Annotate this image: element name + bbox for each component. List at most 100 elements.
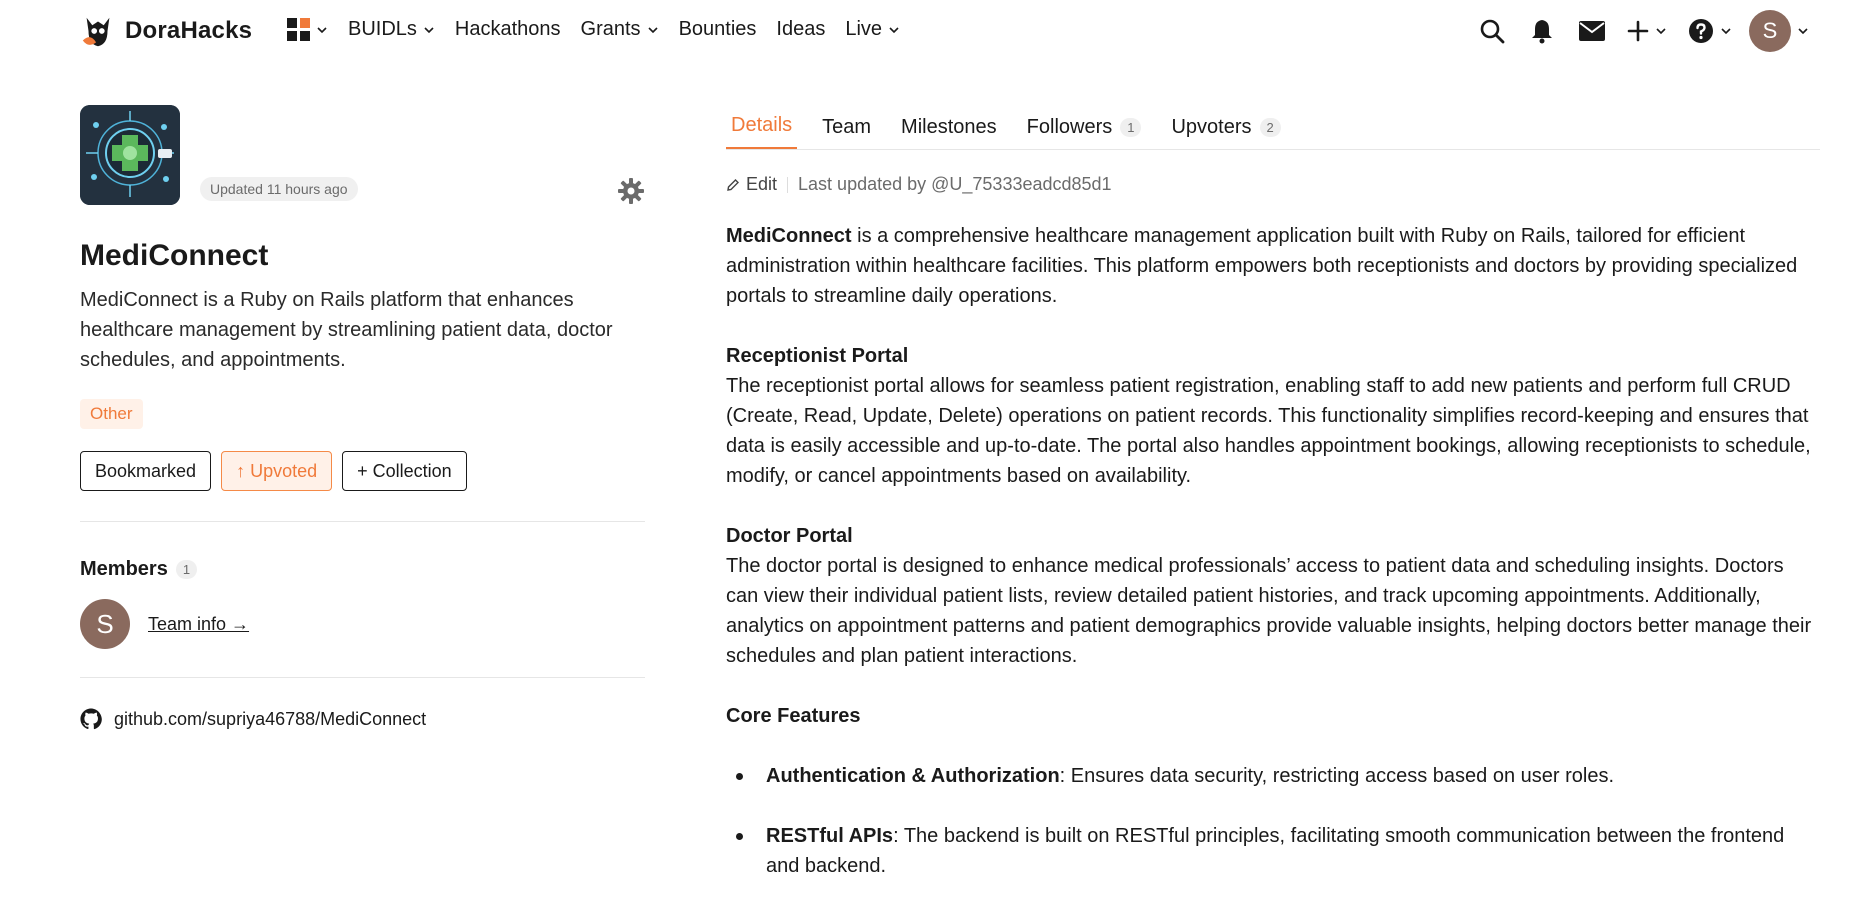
tab-upvoters-label: Upvoters — [1171, 116, 1252, 138]
tab-details[interactable]: Details — [726, 114, 798, 149]
github-icon — [80, 708, 102, 730]
receptionist-heading: Receptionist Portal — [726, 345, 909, 367]
list-item: RESTful APIs: The backend is built on RE… — [726, 821, 1820, 881]
chevron-down-icon — [647, 26, 658, 33]
chevron-down-icon — [889, 26, 899, 33]
last-updated: Last updated by @U_75333eadcd85d1 — [798, 174, 1112, 194]
edit-row: Edit Last updated by @U_75333eadcd85d1 — [726, 174, 1820, 195]
intro-paragraph: MediConnect is a comprehensive healthcar… — [726, 221, 1820, 311]
member-avatar[interactable]: S — [80, 599, 130, 649]
divider — [80, 521, 645, 522]
edit-button[interactable]: Edit — [726, 174, 777, 195]
project-description: MediConnect is a Ruby on Rails platform … — [80, 289, 613, 371]
tab-followers[interactable]: Followers 1 — [1022, 116, 1147, 149]
members-heading: Members 1 — [80, 558, 645, 581]
nav-hackathons-label: Hackathons — [454, 18, 561, 40]
search-icon — [1480, 19, 1505, 44]
doctor-text: The doctor portal is designed to enhance… — [726, 555, 1812, 667]
nav-grants-label: Grants — [580, 18, 641, 40]
nav-bounties-label: Bounties — [678, 18, 757, 40]
project-tabs: Details Team Milestones Followers 1 Upvo… — [726, 110, 1820, 150]
tab-milestones[interactable]: Milestones — [896, 116, 1002, 149]
help-menu[interactable] — [1677, 12, 1743, 50]
divider — [787, 176, 789, 193]
core-features-heading: Core Features — [726, 701, 1820, 731]
user-avatar: S — [1749, 10, 1791, 52]
chevron-down-icon — [1721, 28, 1731, 35]
nav-buidls[interactable]: BUIDLs — [348, 18, 435, 41]
project-main: Details Team Milestones Followers 1 Upvo… — [726, 110, 1820, 905]
tab-followers-label: Followers — [1026, 116, 1113, 138]
project-details: MediConnect is a comprehensive healthcar… — [726, 221, 1820, 881]
chevron-down-icon — [424, 26, 434, 33]
create-menu[interactable] — [1617, 12, 1677, 50]
member-row: S Team info → — [80, 599, 645, 649]
user-menu[interactable]: S — [1743, 10, 1809, 52]
bell-icon — [1532, 20, 1552, 44]
apps-menu[interactable] — [287, 18, 328, 41]
intro-text: is a comprehensive healthcare management… — [726, 225, 1798, 307]
category-tag[interactable]: Other — [80, 399, 143, 429]
plus-icon — [1627, 20, 1649, 42]
apps-grid-icon — [287, 18, 310, 41]
project-actions: Bookmarked ↑ Upvoted + Collection — [80, 451, 645, 491]
chevron-down-icon — [317, 26, 327, 33]
brand-logo-link[interactable]: DoraHacks — [79, 12, 252, 50]
project-logo — [80, 105, 180, 205]
nav-ideas-label: Ideas — [776, 18, 826, 40]
gear-icon[interactable] — [617, 177, 645, 205]
nav-bounties[interactable]: Bounties — [679, 18, 757, 41]
help-icon — [1689, 19, 1713, 43]
main-nav: BUIDLs Hackathons Grants Bounties Ideas … — [287, 18, 920, 41]
members-count: 1 — [175, 560, 198, 579]
repo-link[interactable]: github.com/supriya46788/MediConnect — [80, 708, 645, 730]
nav-actions: S — [1467, 10, 1809, 52]
followers-count: 1 — [1120, 118, 1142, 137]
messages-button[interactable] — [1567, 12, 1617, 50]
feature-text: : Ensures data security, restricting acc… — [1059, 765, 1614, 787]
brand-name: DoraHacks — [125, 17, 253, 44]
repo-url: github.com/supriya46788/MediConnect — [114, 708, 427, 729]
nav-grants[interactable]: Grants — [581, 18, 659, 41]
list-item: Authentication & Authorization: Ensures … — [726, 761, 1820, 791]
team-info-link[interactable]: Team info → — [148, 614, 249, 635]
tab-details-label: Details — [731, 114, 793, 136]
receptionist-section: Receptionist Portal The receptionist por… — [726, 341, 1820, 491]
notifications-button[interactable] — [1517, 12, 1567, 50]
receptionist-text: The receptionist portal allows for seaml… — [726, 375, 1811, 487]
top-navbar: DoraHacks BUIDLs Hackathons Grants Bount… — [0, 0, 1861, 62]
features-list: Authentication & Authorization: Ensures … — [726, 761, 1820, 881]
pencil-icon — [727, 178, 739, 191]
doctor-section: Doctor Portal The doctor portal is desig… — [726, 521, 1820, 671]
nav-hackathons[interactable]: Hackathons — [455, 18, 561, 41]
chevron-down-icon — [1798, 28, 1808, 35]
members-heading-label: Members — [80, 558, 168, 580]
nav-live[interactable]: Live — [845, 18, 900, 41]
divider — [80, 677, 645, 678]
upvote-button[interactable]: ↑ Upvoted — [221, 451, 333, 491]
bookmark-button[interactable]: Bookmarked — [80, 451, 212, 491]
feature-title: Authentication & Authorization — [766, 765, 1060, 787]
tab-team-label: Team — [822, 116, 872, 138]
feature-title: RESTful APIs — [766, 825, 894, 847]
medical-cross-logo-icon — [80, 105, 180, 205]
tab-milestones-label: Milestones — [901, 116, 997, 138]
tab-team[interactable]: Team — [817, 116, 876, 149]
nav-live-label: Live — [845, 18, 883, 40]
updated-badge: Updated 11 hours ago — [200, 177, 358, 201]
mail-icon — [1579, 21, 1605, 41]
nav-buidls-label: BUIDLs — [348, 18, 417, 40]
project-sidebar: Updated 11 hours ago MediConnect MediCon… — [80, 105, 645, 730]
project-title: MediConnect — [80, 239, 269, 272]
add-collection-button[interactable]: + Collection — [342, 451, 467, 491]
dorahacks-logo-icon — [82, 17, 110, 47]
tab-upvoters[interactable]: Upvoters 2 — [1166, 116, 1285, 149]
doctor-heading: Doctor Portal — [726, 525, 853, 547]
intro-bold: MediConnect — [726, 225, 852, 247]
upvoters-count: 2 — [1259, 118, 1281, 137]
edit-label: Edit — [746, 174, 778, 194]
core-features-heading-label: Core Features — [726, 705, 861, 727]
nav-ideas[interactable]: Ideas — [776, 18, 825, 41]
search-button[interactable] — [1467, 12, 1517, 50]
feature-text: : The backend is built on RESTful princi… — [766, 825, 1785, 877]
